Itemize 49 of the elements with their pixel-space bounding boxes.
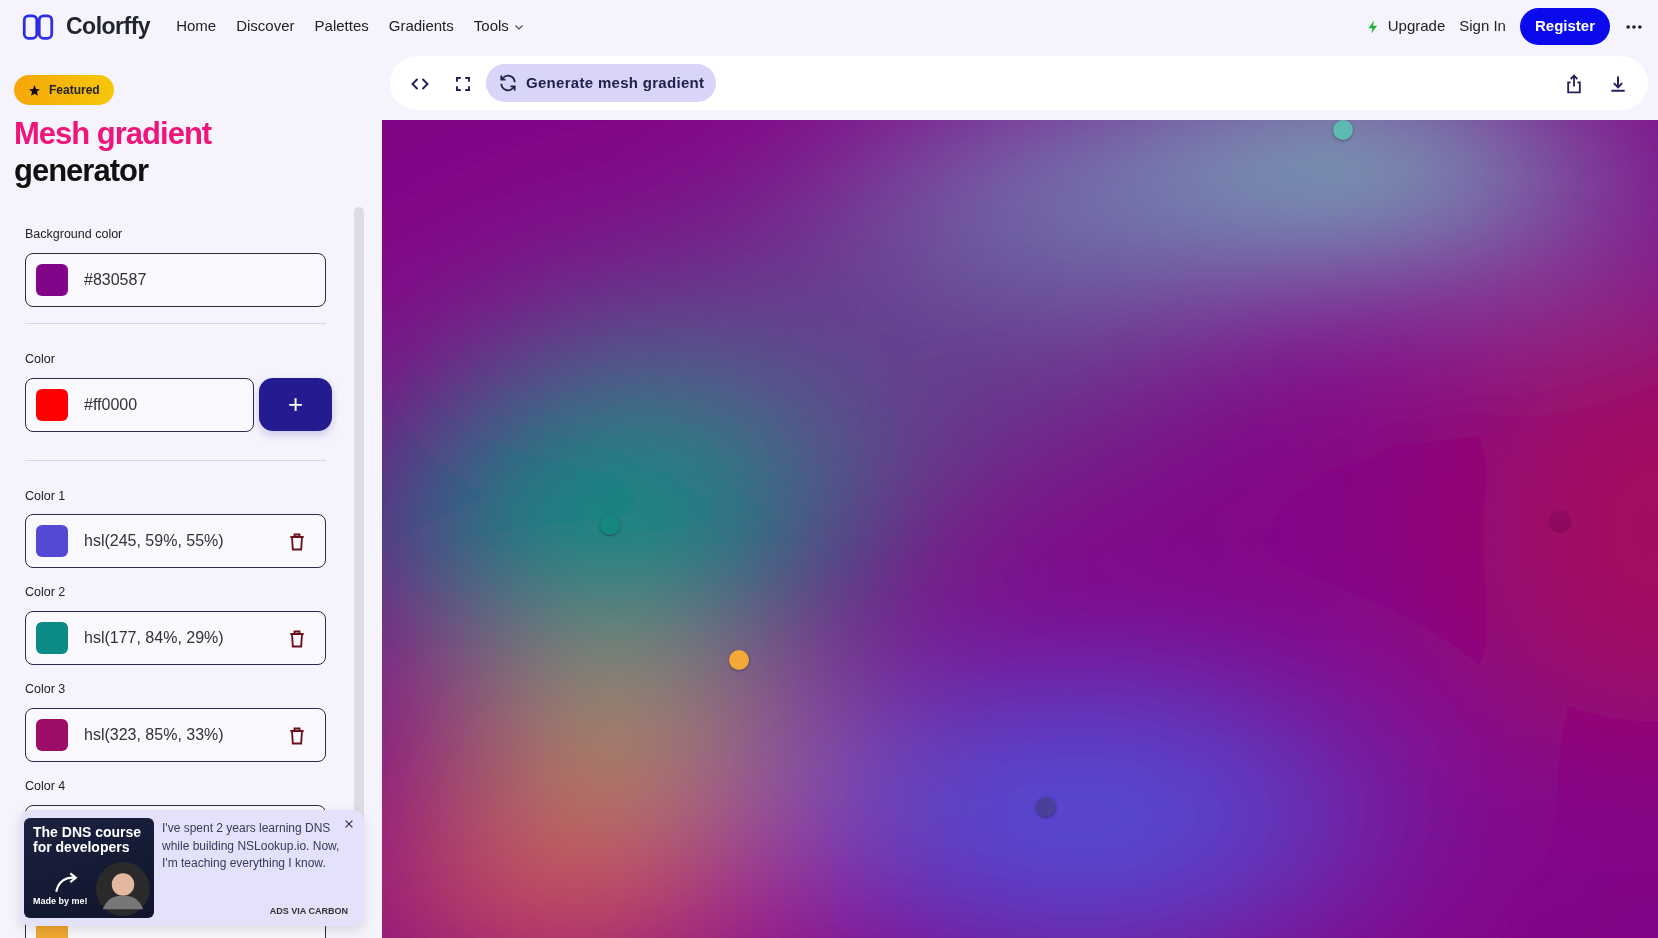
ads-via-link[interactable]: ADS VIA CARBON xyxy=(269,904,348,918)
trash-icon xyxy=(287,725,307,746)
register-button[interactable]: Register xyxy=(1519,8,1610,45)
ad-image-caption: Made by me! xyxy=(33,894,88,908)
color-field[interactable]: hsl(323, 85%, 33%) xyxy=(25,707,326,762)
refresh-icon xyxy=(498,73,518,94)
add-color-button[interactable]: + xyxy=(259,378,332,432)
star-icon xyxy=(28,83,41,97)
nav-link[interactable]: Tools xyxy=(473,15,525,38)
nav-link[interactable]: Discover xyxy=(236,15,295,38)
ad-text: I've spent 2 years learning DNS while building NSLookup.io. Now, I'm teaching everything I know. xyxy=(162,820,341,872)
color-swatch[interactable] xyxy=(36,718,68,751)
field-label: Color 1 xyxy=(25,487,67,505)
nav-link[interactable]: Palettes xyxy=(314,15,369,38)
field-label: Background color xyxy=(25,226,124,244)
field-label: Color 3 xyxy=(25,681,67,699)
trash-icon xyxy=(287,532,307,553)
person-figure xyxy=(96,862,150,916)
title-text: generator xyxy=(14,152,150,190)
ad-image[interactable]: The DNS course for developers Made by me! xyxy=(24,818,154,918)
color-swatch[interactable] xyxy=(36,525,68,558)
color-field[interactable]: #ff0000 xyxy=(25,377,254,432)
color-swatch[interactable] xyxy=(36,263,68,296)
featured-badge: Featured xyxy=(14,75,114,106)
color-value: #ff0000 xyxy=(84,394,139,415)
field-label: Color 4 xyxy=(25,777,67,795)
color-swatch[interactable] xyxy=(36,622,68,655)
field-label: Color 2 xyxy=(25,584,67,602)
color-value: hsl(177, 84%, 29%) xyxy=(84,628,225,649)
color-value: hsl(245, 59%, 55%) xyxy=(84,531,225,552)
trash-icon xyxy=(287,628,307,649)
sign-in-link[interactable]: Sign In xyxy=(1459,15,1506,38)
color-field[interactable]: hsl(177, 84%, 29%) xyxy=(25,611,326,666)
brand-name[interactable]: Colorffy xyxy=(66,9,151,44)
color-value: hsl(323, 85%, 33%) xyxy=(84,724,225,745)
ad-image-title: The DNS course for developers xyxy=(33,825,143,855)
close-icon xyxy=(344,819,354,830)
share-icon xyxy=(1564,72,1584,95)
nav-link[interactable]: Home xyxy=(176,15,217,38)
color-field[interactable]: hsl(245, 59%, 55%) xyxy=(25,514,326,569)
color-swatch[interactable] xyxy=(36,388,68,421)
generate-button[interactable]: Generate mesh gradient xyxy=(486,63,717,103)
upgrade-link[interactable]: Upgrade xyxy=(1365,15,1446,38)
nav-link[interactable]: Gradients xyxy=(388,15,454,38)
fullscreen-icon xyxy=(454,74,472,93)
field-label: Color xyxy=(25,350,56,368)
title-text: Mesh gradient xyxy=(14,115,213,153)
color-field[interactable]: #830587 xyxy=(25,252,326,307)
color-value: #830587 xyxy=(84,269,148,290)
